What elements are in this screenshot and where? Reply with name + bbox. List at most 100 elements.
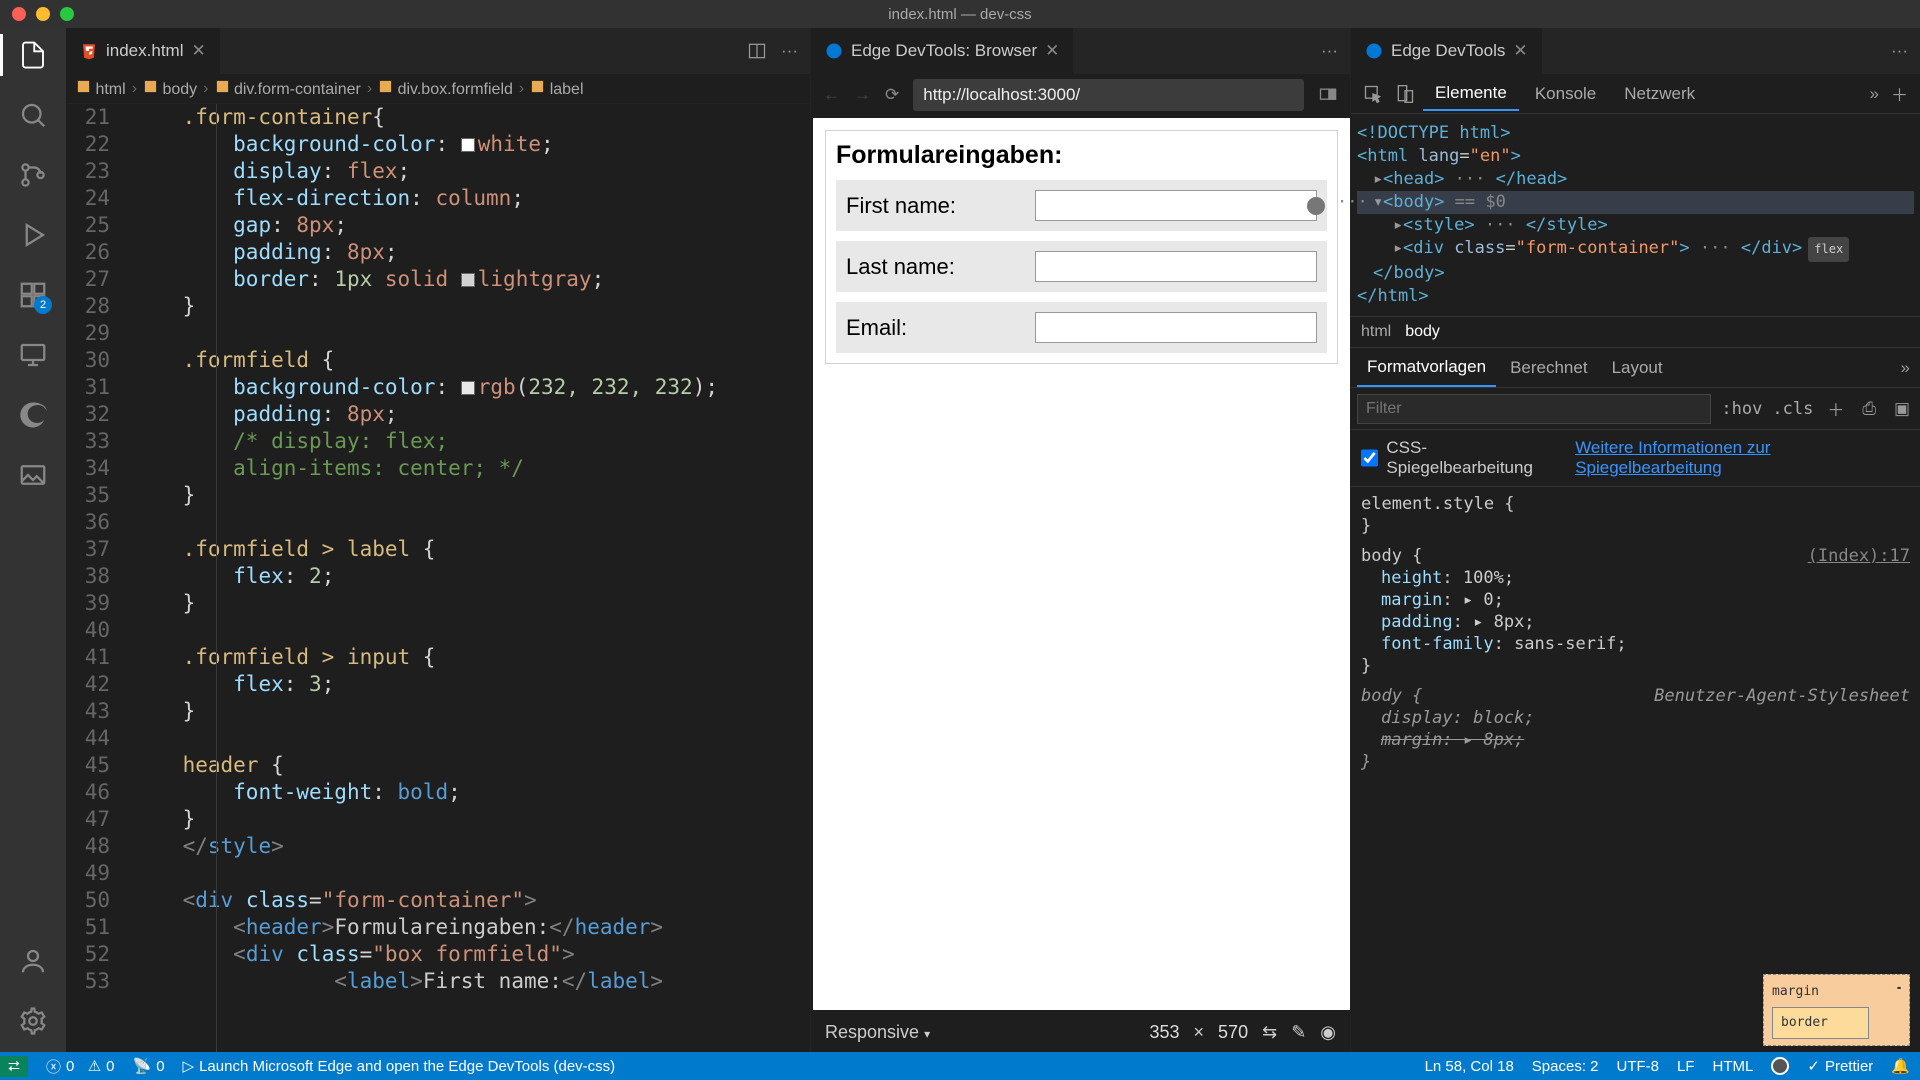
styles-panel[interactable]: element.style { } (Index):17body { heigh… xyxy=(1351,487,1920,1052)
photo-icon[interactable] xyxy=(18,460,48,490)
notifications-icon[interactable]: 🔔 xyxy=(1891,1057,1910,1075)
edge-logo-icon xyxy=(1365,42,1383,60)
rule-source-link[interactable]: (Index):17 xyxy=(1808,545,1910,567)
input-email[interactable] xyxy=(1035,312,1317,343)
crumb-body[interactable]: body xyxy=(143,79,197,99)
source-control-icon[interactable] xyxy=(18,160,48,190)
status-bar: ⮂ ⓧ 0 ⚠ 0 📡 0 ▷ Launch Microsoft Edge an… xyxy=(0,1052,1920,1080)
problems-indicator[interactable]: ⓧ 0 ⚠ 0 xyxy=(46,1056,115,1077)
html-file-icon xyxy=(80,42,98,60)
edge-icon[interactable] xyxy=(18,400,48,430)
dom-tree[interactable]: <!DOCTYPE html> <html lang="en"> ▸<head>… xyxy=(1351,114,1920,316)
run-debug-icon[interactable] xyxy=(18,220,48,250)
breadcrumb[interactable]: html› body› div.form-container› div.box.… xyxy=(66,74,810,104)
tab-console[interactable]: Konsole xyxy=(1523,78,1608,110)
crumb-label[interactable]: label xyxy=(530,79,583,99)
rotate-icon[interactable]: ⇆ xyxy=(1262,1022,1277,1043)
tab-label: Edge DevTools: Browser xyxy=(851,41,1037,61)
remote-indicator[interactable]: ⮂ xyxy=(0,1056,28,1077)
pin-icon[interactable]: ⎙ xyxy=(1858,395,1880,423)
launch-task[interactable]: ▷ Launch Microsoft Edge and open the Edg… xyxy=(183,1057,616,1075)
editor-tabs: index.html ✕ ··· xyxy=(66,28,810,74)
remote-explorer-icon[interactable] xyxy=(18,340,48,370)
formfield-email: Email: xyxy=(836,302,1327,353)
encoding-indicator[interactable]: UTF-8 xyxy=(1617,1058,1660,1075)
tab-styles[interactable]: Formatvorlagen xyxy=(1357,349,1496,387)
tab-elements[interactable]: Elemente xyxy=(1423,77,1519,111)
tab-index-html[interactable]: index.html ✕ xyxy=(66,28,220,74)
more-icon[interactable]: ··· xyxy=(1891,41,1908,61)
activity-bar: 2 xyxy=(0,28,66,1052)
panel-toggle-icon[interactable]: ▣ xyxy=(1890,395,1914,423)
chevron-right-icon[interactable]: » xyxy=(1897,354,1914,382)
device-mode-select[interactable]: Responsive ▾ xyxy=(825,1022,930,1043)
browser-viewport: Formulareingaben: First name: Last name:… xyxy=(813,118,1350,1010)
resize-handle-icon[interactable] xyxy=(1307,197,1325,215)
inspect-element-icon[interactable] xyxy=(1359,80,1387,108)
indent-indicator[interactable]: Spaces: 2 xyxy=(1532,1058,1599,1075)
back-icon[interactable]: ← xyxy=(823,85,840,105)
language-indicator[interactable]: HTML xyxy=(1713,1058,1754,1075)
url-input[interactable] xyxy=(913,79,1304,111)
crumb-form-container[interactable]: div.form-container xyxy=(215,79,361,99)
window-title: index.html — dev-css xyxy=(888,6,1031,23)
devtools-toolbar: Elemente Konsole Netzwerk » ＋ xyxy=(1351,74,1920,114)
go-live-icon[interactable] xyxy=(1771,1057,1789,1075)
devtools-toggle-icon[interactable] xyxy=(1318,85,1338,105)
tab-browser[interactable]: Edge DevTools: Browser ✕ xyxy=(811,28,1073,74)
minimize-window-button[interactable] xyxy=(36,7,50,21)
more-icon[interactable]: ··· xyxy=(1321,41,1338,61)
styles-filter-input[interactable] xyxy=(1357,394,1711,424)
close-window-button[interactable] xyxy=(12,7,26,21)
maximize-window-button[interactable] xyxy=(60,7,74,21)
tab-devtools[interactable]: Edge DevTools ✕ xyxy=(1351,28,1542,74)
split-editor-icon[interactable] xyxy=(747,41,767,61)
crumb-html[interactable]: html xyxy=(76,79,126,99)
hov-toggle[interactable]: :hov xyxy=(1721,399,1762,419)
eol-indicator[interactable]: LF xyxy=(1677,1058,1695,1075)
tab-layout[interactable]: Layout xyxy=(1602,350,1673,386)
viewport-height[interactable]: 570 xyxy=(1218,1022,1248,1043)
extensions-icon[interactable]: 2 xyxy=(18,280,48,310)
viewport-width[interactable]: 353 xyxy=(1149,1022,1179,1043)
tab-label: index.html xyxy=(106,41,183,61)
tab-computed[interactable]: Berechnet xyxy=(1500,350,1598,386)
device-emulation-icon[interactable] xyxy=(1391,80,1419,108)
label-lastname: Last name: xyxy=(846,254,1027,280)
search-icon[interactable] xyxy=(18,100,48,130)
close-icon[interactable]: ✕ xyxy=(1045,41,1059,61)
close-icon[interactable]: ✕ xyxy=(1513,41,1527,61)
close-icon[interactable]: ✕ xyxy=(191,41,205,61)
css-mirror-link[interactable]: Weitere Informationen zur Spiegelbearbei… xyxy=(1575,438,1910,478)
input-lastname[interactable] xyxy=(1035,251,1317,282)
flex-badge[interactable]: flex xyxy=(1808,237,1849,262)
dom-breadcrumb[interactable]: html body xyxy=(1351,316,1920,348)
explorer-icon[interactable] xyxy=(18,40,48,70)
gear-icon[interactable] xyxy=(18,1006,48,1036)
extensions-badge: 2 xyxy=(34,296,52,314)
cls-toggle[interactable]: .cls xyxy=(1772,399,1813,419)
label-firstname: First name: xyxy=(846,193,1027,219)
chevron-right-icon[interactable]: » xyxy=(1866,80,1883,108)
cursor-position[interactable]: Ln 58, Col 18 xyxy=(1425,1058,1514,1075)
plus-icon[interactable]: ＋ xyxy=(1823,392,1848,425)
formfield-firstname: First name: xyxy=(836,180,1327,231)
css-mirror-label: CSS-Spiegelbearbeitung xyxy=(1386,438,1567,478)
tab-network[interactable]: Netzwerk xyxy=(1612,78,1707,110)
tab-label: Edge DevTools xyxy=(1391,41,1505,61)
forward-icon[interactable]: → xyxy=(854,85,871,105)
form-heading: Formulareingaben: xyxy=(836,141,1327,170)
reload-icon[interactable]: ⟳ xyxy=(885,85,899,105)
prettier-indicator[interactable]: ✓ Prettier xyxy=(1807,1057,1873,1075)
crumb-formfield[interactable]: div.box.formfield xyxy=(378,79,513,99)
more-icon[interactable]: ··· xyxy=(781,41,798,61)
account-icon[interactable] xyxy=(18,946,48,976)
plus-icon[interactable]: ＋ xyxy=(1887,77,1912,110)
ports-indicator[interactable]: 📡 0 xyxy=(133,1057,165,1075)
css-mirror-checkbox[interactable] xyxy=(1361,449,1378,467)
wand-icon[interactable]: ✎ xyxy=(1291,1022,1306,1043)
code-editor[interactable]: 2122232425262728293031323334353637383940… xyxy=(66,104,810,1052)
input-firstname[interactable] xyxy=(1035,190,1317,221)
eye-icon[interactable]: ◉ xyxy=(1320,1022,1336,1043)
label-email: Email: xyxy=(846,315,1027,341)
